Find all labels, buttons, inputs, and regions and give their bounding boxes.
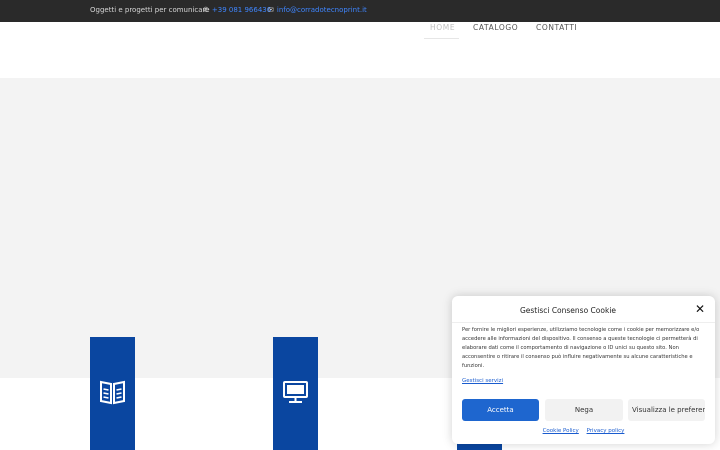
deny-button[interactable]: Nega xyxy=(545,399,623,421)
mail-icon: ✉ xyxy=(268,6,274,14)
manage-services-link[interactable]: Gestisci servizi xyxy=(462,378,503,384)
cookie-modal-divider xyxy=(452,322,715,323)
close-icon[interactable]: ✕ xyxy=(695,303,705,315)
cookie-consent-modal: Gestisci Consenso Cookie ✕ Per fornire l… xyxy=(452,296,715,444)
cookie-modal-title: Gestisci Consenso Cookie xyxy=(519,306,617,315)
accept-button[interactable]: Accetta xyxy=(462,399,539,421)
email-link[interactable]: ✉ info@corradotecnoprint.it xyxy=(268,6,367,14)
top-bar: Oggetti e progetti per comunicare ✆ +39 0… xyxy=(0,0,720,22)
feature-block-web[interactable] xyxy=(273,337,318,450)
nav-home-underline xyxy=(424,38,459,39)
nav-contatti[interactable]: CONTATTI xyxy=(536,23,577,32)
preferences-button[interactable]: Visualizza le preferenze xyxy=(628,399,705,421)
monitor-icon xyxy=(283,381,308,403)
tagline: Oggetti e progetti per comunicare xyxy=(90,6,210,14)
policy-links: Cookie Policy Privacy policy xyxy=(452,428,715,434)
site-header xyxy=(0,22,720,78)
phone-number: +39 081 966436 xyxy=(211,6,272,14)
book-icon xyxy=(100,380,125,405)
nav-catalogo[interactable]: CATALOGO xyxy=(473,23,518,32)
phone-link[interactable]: ✆ +39 081 966436 xyxy=(203,6,271,14)
privacy-policy-link[interactable]: Privacy policy xyxy=(587,428,625,434)
email-address: info@corradotecnoprint.it xyxy=(276,6,367,14)
feature-block-catalog[interactable] xyxy=(90,337,135,450)
phone-icon: ✆ xyxy=(203,6,209,14)
cookie-policy-link[interactable]: Cookie Policy xyxy=(543,428,579,434)
nav-home[interactable]: HOME xyxy=(430,23,455,32)
cookie-modal-text: Per fornire le migliori esperienze, util… xyxy=(462,327,700,369)
